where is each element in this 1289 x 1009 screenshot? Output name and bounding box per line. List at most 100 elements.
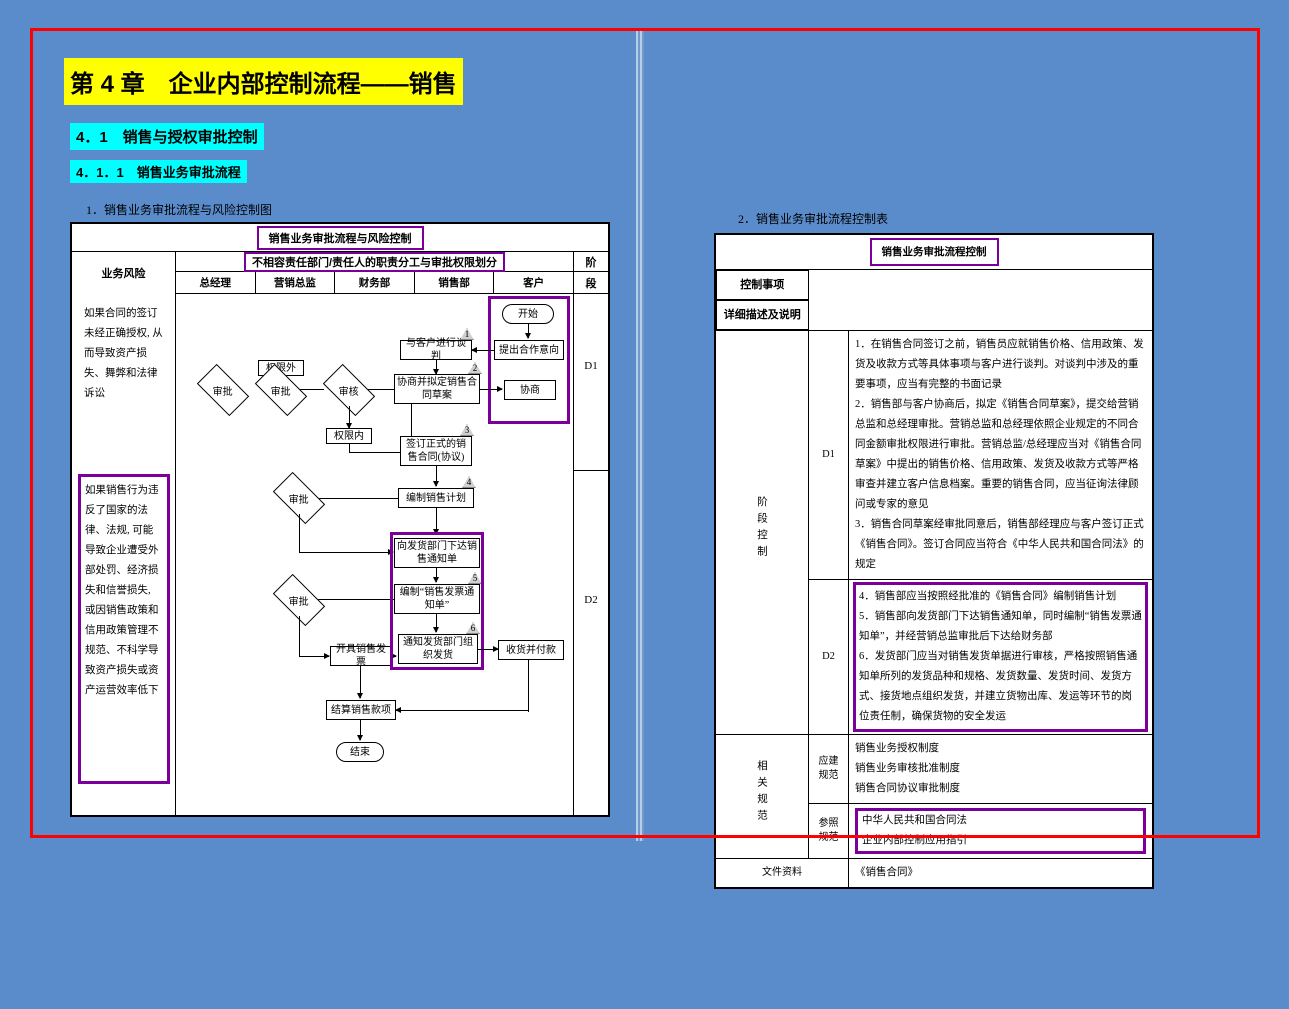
badge-2: 2 [468,362,482,374]
node-negotiate: 与客户进行谈判 [400,340,472,360]
flowchart-title-row: 销售业务审批流程与风险控制 [72,224,608,252]
figure-caption: 1．销售业务审批流程与风险控制图 [86,201,604,218]
related-label: 相关规范 [715,735,809,859]
arrow [299,514,300,552]
arrow [436,466,437,486]
arrow [299,656,329,657]
page-gutter [636,28,644,841]
right-page: 2．销售业务审批流程控制表 销售业务审批流程控制 控制事项 详细描述及说明 阶段… [650,34,1246,834]
node-approve-3-label: 审批 [269,593,329,608]
arrow [436,614,437,632]
badge-1: 1 [460,328,474,340]
node-end: 结束 [336,742,384,762]
phase-d1: D1 [574,360,608,372]
phase-divider [574,470,608,471]
chapter-title: 第 4 章 企业内部控制流程——销售 [64,58,463,105]
risk-text-2: 如果销售行为违反了国家的法律、法规, 可能导致企业遭受外部处罚、经济损失和信誉损… [78,474,170,784]
file-items: 《销售合同》 [849,859,1154,889]
ref-items: 中华人民共和国合同法 企业内部控制应用指引 [855,808,1146,854]
risk-column: 如果合同的签订未经正确授权, 从而导致资产损失、舞弊和法律诉讼 如果销售行为违反… [72,294,176,815]
col-cust: 客户 [494,272,573,293]
phase-control-label-text: 阶段控制 [752,496,772,562]
should-item-2: 销售业务审核批准制度 [855,759,1146,779]
should-item-3: 销售合同协议审批制度 [855,779,1146,799]
d1-code: D1 [809,331,849,580]
col-mktg: 营销总监 [256,272,336,293]
badge-4: 4 [462,476,476,488]
control-table-title-cell: 销售业务审批流程控制 [715,234,1153,270]
flowchart-body: 如果合同的签订未经正确授权, 从而导致资产损失、舞弊和法律诉讼 如果销售行为违反… [72,294,608,815]
arrow [436,568,437,582]
d2-code: D2 [809,580,849,735]
header-row-2: 业务风险 不相容责任部门/责任人的职责分工与审批权限划分 阶 [72,252,608,272]
column-headers: 总经理 营销总监 财务部 销售部 客户 [176,272,574,293]
arrow [396,710,528,711]
arrow [436,508,437,534]
flowchart-drawing: 开始 提出合作意向 与客户进行谈判 1 协商并拟定销售合同草案 2 协商 [176,294,574,815]
viewport: 第 4 章 企业内部控制流程——销售 4．1 销售与授权审批控制 4．1．1 销… [0,0,1289,864]
arrow [299,552,393,553]
flowchart-title: 销售业务审批流程与风险控制 [257,226,424,250]
label-in-limit: 权限内 [326,428,372,444]
col-sales: 销售部 [415,272,495,293]
ref-item-2: 企业内部控制应用指引 [862,831,1139,851]
node-start: 开始 [502,304,554,324]
section-title: 4．1 销售与授权审批控制 [70,123,264,150]
node-sign: 签订正式的销售合同(协议) [400,436,472,466]
arrow [349,444,350,452]
d2-cell: 4．销售部应当按照经批准的《销售合同》编制销售计划 5．销售部向发货部门下达销售… [849,580,1154,735]
phase-control-label: 阶段控制 [715,331,809,735]
arrow [478,649,498,650]
node-draft: 协商并拟定销售合同草案 [394,374,480,404]
ref-items-cell: 中华人民共和国合同法 企业内部控制应用指引 [849,804,1154,859]
desc-header: 详细描述及说明 [716,300,809,330]
arrow [360,720,361,740]
col-fin: 财务部 [335,272,415,293]
should-items: 销售业务授权制度 销售业务审核批准制度 销售合同协议审批制度 [849,735,1154,804]
control-table-title: 销售业务审批流程控制 [870,238,999,266]
node-settle: 结算销售款项 [326,700,396,720]
related-label-text: 相关规范 [752,760,772,826]
col-gm: 总经理 [176,272,256,293]
phase-header-top: 阶 [574,252,608,271]
control-item-header: 控制事项 [716,270,809,300]
file-label: 文件资料 [715,859,849,889]
arrow [360,666,361,698]
arrow [349,406,350,428]
dept-header-text: 不相容责任部门/责任人的职责分工与审批权限划分 [244,252,505,272]
flowchart-container: 销售业务审批流程与风险控制 业务风险 不相容责任部门/责任人的职责分工与审批权限… [70,222,610,817]
dept-header: 不相容责任部门/责任人的职责分工与审批权限划分 [176,252,574,271]
phase-column: D1 D2 [574,294,608,815]
risk-header: 业务风险 [72,252,176,294]
arrow [528,324,529,338]
phase-header-bottom: 段 [574,272,608,293]
table-caption: 2．销售业务审批流程控制表 [738,210,1218,227]
d1-text: 1．在销售合同签订之前，销售员应就销售价格、信用政策、发货及收款方式等具体事项与… [849,331,1154,580]
node-notify-ship: 向发货部门下达销售通知单 [394,538,480,568]
d2-text: 4．销售部应当按照经批准的《销售合同》编制销售计划 5．销售部向发货部门下达销售… [853,582,1148,732]
should-item-1: 销售业务授权制度 [855,739,1146,759]
arrow [392,656,396,657]
arrow [436,360,437,374]
risk-text-1: 如果合同的签订未经正确授权, 从而导致资产损失、舞弊和法律诉讼 [78,298,170,426]
node-settle-bill: 编制“销售发票通知单” [394,584,480,614]
subsection-title: 4．1．1 销售业务审批流程 [70,160,247,183]
node-approve-2-label: 审批 [269,491,329,506]
ref-label: 参照规范 [809,804,849,859]
badge-6: 6 [466,622,480,634]
node-org-ship: 通知发货部门组织发货 [398,634,478,664]
node-receive-pay: 收货并付款 [498,640,564,660]
arrow [528,660,529,712]
phase-d2: D2 [574,594,608,606]
arrow [480,389,502,390]
left-page: 第 4 章 企业内部控制流程——销售 4．1 销售与授权审批控制 4．1．1 销… [36,34,632,834]
ref-item-1: 中华人民共和国合同法 [862,811,1139,831]
node-plan: 编制销售计划 [398,488,474,508]
node-review-label: 审核 [319,383,379,398]
badge-3: 3 [460,424,474,436]
node-approve-1b-label: 审批 [251,383,311,398]
node-approve-1: 审批 [197,364,249,416]
node-contract-doc: 协商 [504,380,556,400]
node-approve-1-label: 审批 [193,383,253,398]
arrow [299,616,300,656]
